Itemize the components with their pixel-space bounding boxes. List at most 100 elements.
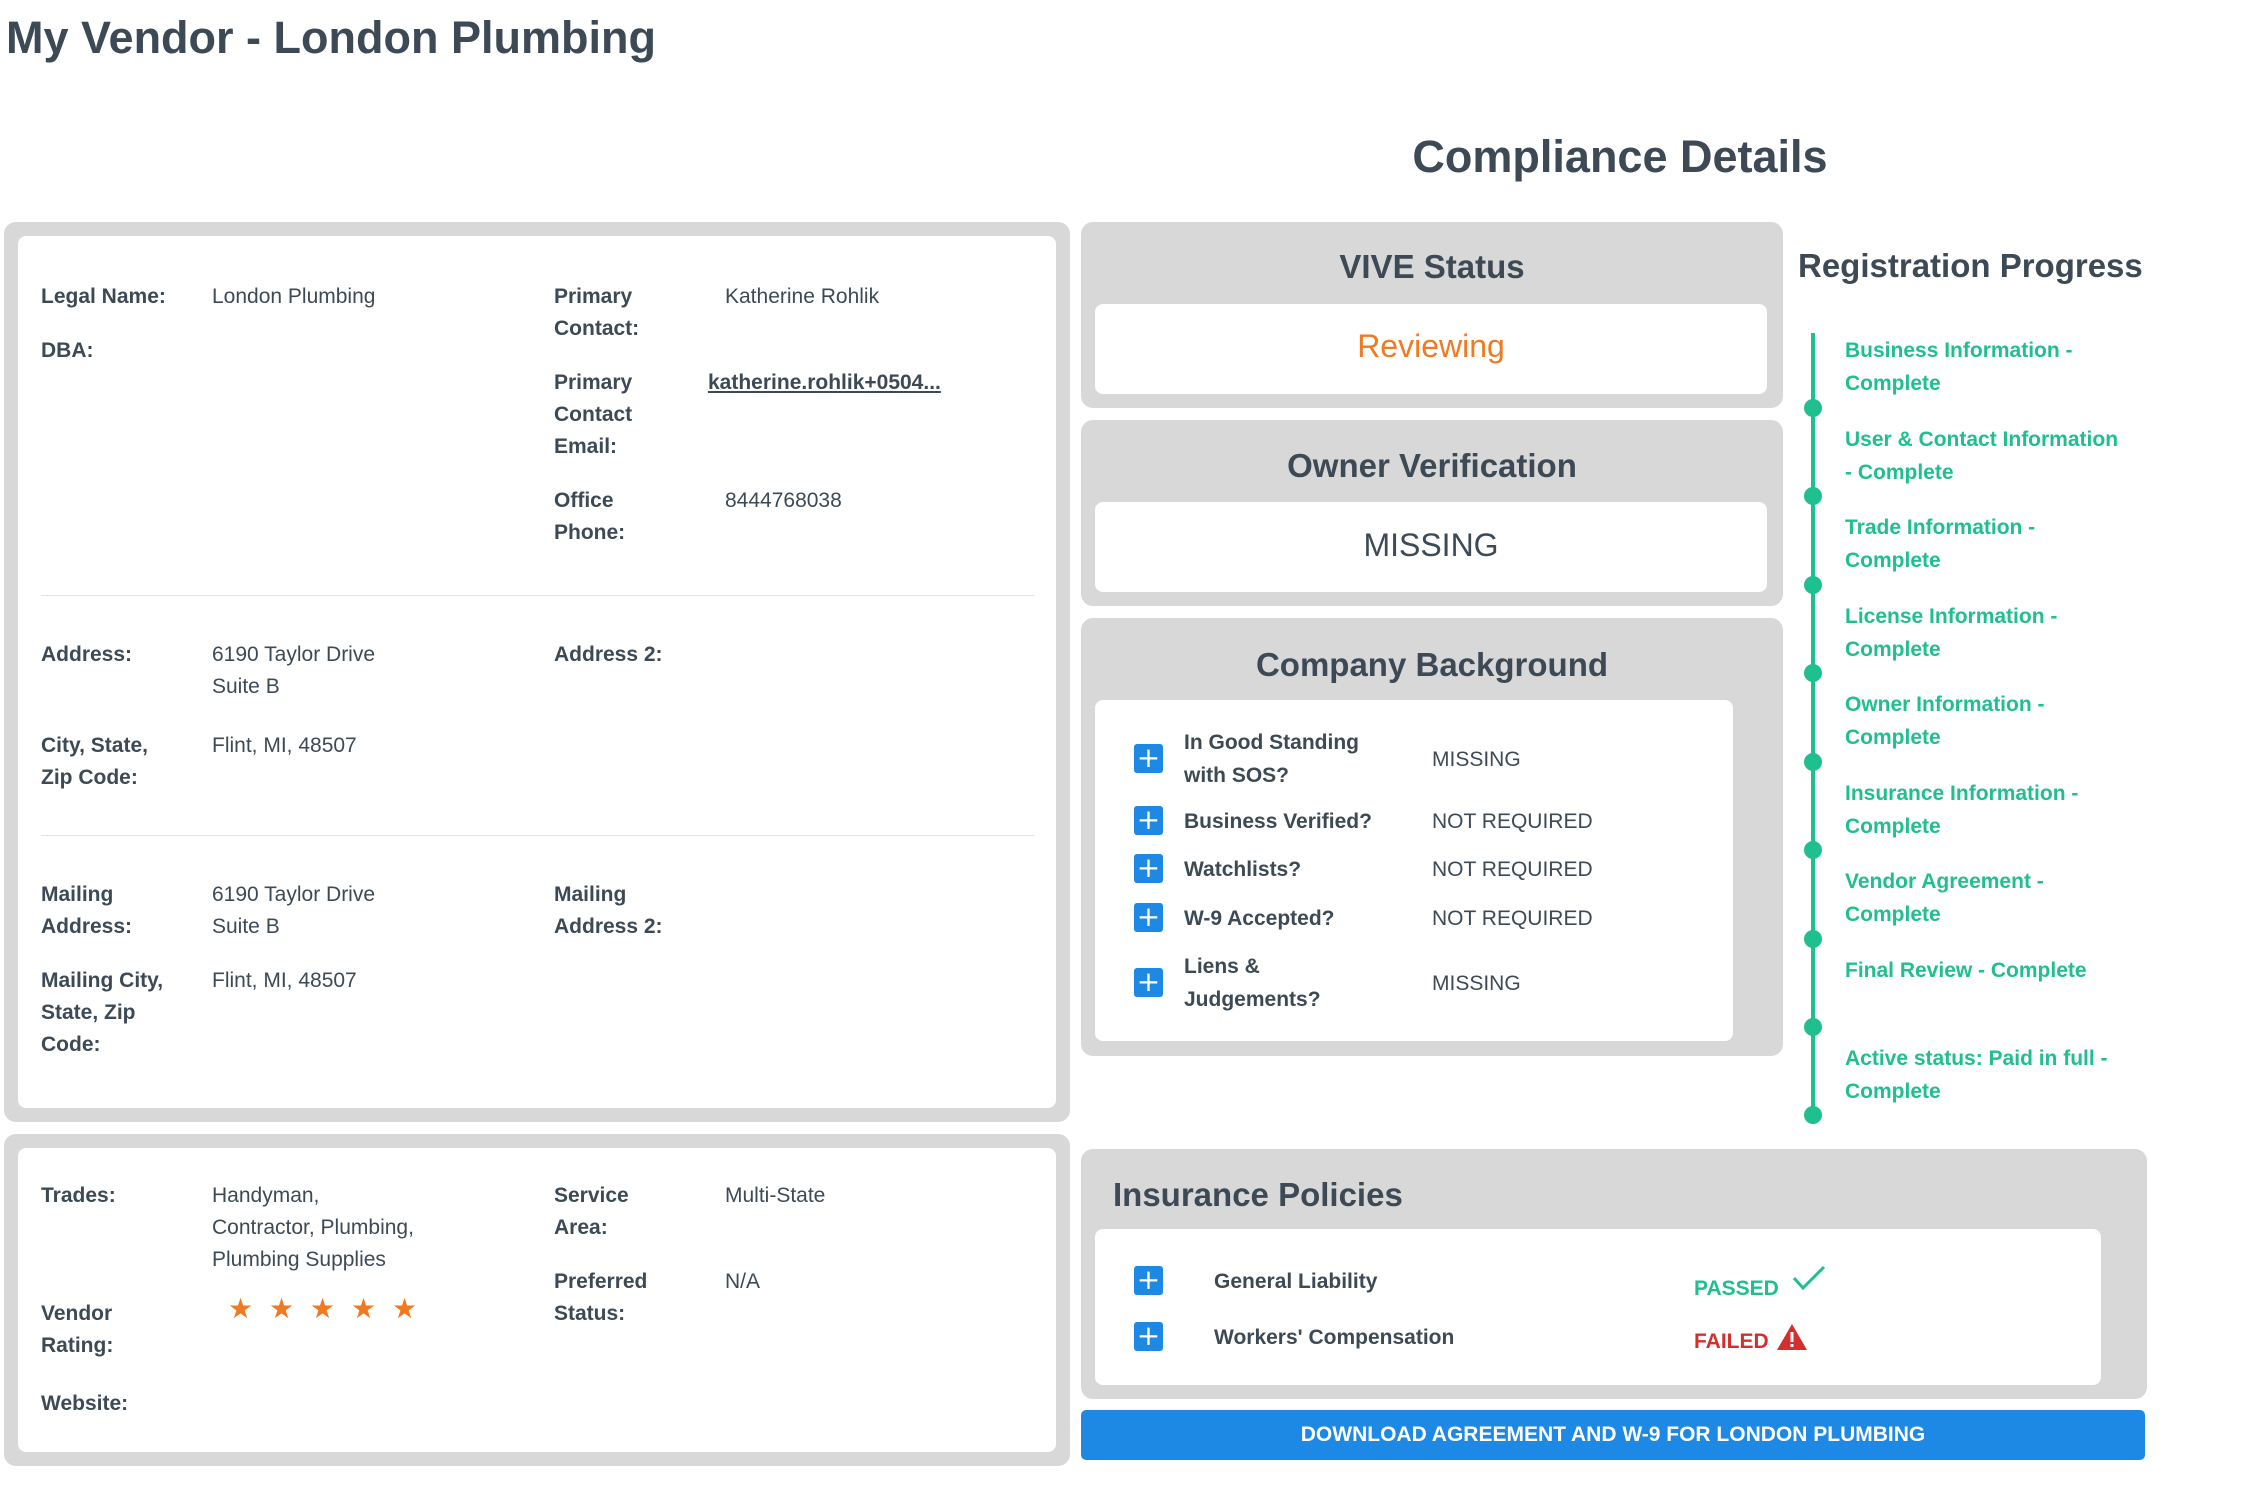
mailing-address2-label: Mailing Address 2: — [554, 879, 663, 943]
progress-step: Trade Information - Complete — [1845, 511, 2175, 577]
background-item-label: W-9 Accepted? — [1184, 907, 1335, 930]
background-item-value: NOT REQUIRED — [1432, 858, 1593, 881]
address-label: Address: — [41, 643, 133, 666]
step-line: User & Contact Information — [1845, 428, 2119, 451]
service-area-value: Multi-State — [725, 1184, 826, 1207]
address-value: 6190 Taylor Drive Suite B — [212, 639, 375, 703]
policy-name: Workers' Compensation — [1214, 1326, 1455, 1349]
step-line: Complete — [1845, 903, 1941, 926]
step-complete-dot — [1804, 1018, 1822, 1036]
check-icon — [1792, 1265, 1826, 1291]
mailing-address-label: Mailing Address: — [41, 879, 132, 943]
divider — [41, 595, 1034, 596]
dba-label: DBA: — [41, 339, 94, 362]
label-line: Mailing — [41, 883, 114, 906]
vive-status-value: Reviewing — [1357, 328, 1505, 364]
step-line: Owner Information - — [1845, 693, 2045, 716]
label-line: Contact: — [554, 317, 640, 340]
label-line: Vendor — [41, 1302, 113, 1325]
address-line: 6190 Taylor Drive — [212, 883, 376, 906]
progress-step: Active status: Paid in full - Complete — [1845, 1042, 2175, 1108]
star-icon: ★ — [392, 1292, 418, 1325]
expand-button[interactable]: + — [1134, 744, 1163, 773]
label-line: Address 2: — [554, 915, 663, 938]
address-line: Suite B — [212, 675, 280, 698]
progress-timeline — [1811, 333, 1815, 1117]
background-item-value: NOT REQUIRED — [1432, 907, 1593, 930]
step-line: Complete — [1845, 815, 1941, 838]
mailing-address-value: 6190 Taylor Drive Suite B — [212, 879, 375, 943]
progress-step: User & Contact Information - Complete — [1845, 423, 2175, 489]
step-complete-dot — [1804, 399, 1822, 417]
label-line: Preferred — [554, 1270, 648, 1293]
primary-contact-value: Katherine Rohlik — [725, 285, 880, 308]
website-label: Website: — [41, 1392, 129, 1415]
label-line: Phone: — [554, 521, 626, 544]
label-line: Zip Code: — [41, 766, 138, 789]
address-line: 6190 Taylor Drive — [212, 643, 376, 666]
step-line: Complete — [1845, 372, 1941, 395]
service-area-label: Service Area: — [554, 1180, 629, 1244]
address-line: Suite B — [212, 915, 280, 938]
background-item-value: MISSING — [1432, 972, 1521, 995]
label-line: Mailing — [554, 883, 627, 906]
expand-button[interactable]: + — [1134, 1266, 1163, 1295]
vive-status-title: VIVE Status — [1339, 248, 1525, 285]
label-line: Liens & — [1184, 955, 1260, 978]
expand-button[interactable]: + — [1134, 968, 1163, 997]
step-line: Vendor Agreement - — [1845, 870, 2044, 893]
page-title: My Vendor - London Plumbing — [6, 12, 656, 63]
expand-button[interactable]: + — [1134, 806, 1163, 835]
trade-line: Contractor, Plumbing, — [212, 1216, 414, 1239]
star-icon: ★ — [228, 1292, 254, 1325]
preferred-status-label: Preferred Status: — [554, 1266, 647, 1330]
step-line: Active status: Paid in full - — [1845, 1047, 2108, 1070]
primary-contact-label: Primary Contact: — [554, 281, 639, 345]
label-line: Code: — [41, 1033, 101, 1056]
label-line: Address: — [41, 915, 133, 938]
primary-email-link[interactable]: katherine.rohlik+0504... — [708, 367, 941, 399]
background-item-label: Liens & Judgements? — [1184, 950, 1321, 1016]
background-item-value: MISSING — [1432, 748, 1521, 771]
step-line: Insurance Information - — [1845, 782, 2079, 805]
progress-step: Business Information - Complete — [1845, 334, 2175, 400]
trades-label: Trades: — [41, 1184, 116, 1207]
label-line: Rating: — [41, 1334, 114, 1357]
progress-step: Final Review - Complete — [1845, 954, 2175, 987]
label-line: City, State, — [41, 734, 148, 757]
step-complete-dot — [1804, 930, 1822, 948]
step-line: Complete — [1845, 638, 1941, 661]
background-item-label: In Good Standing with SOS? — [1184, 726, 1359, 792]
label-line: with SOS? — [1184, 764, 1289, 787]
owner-verification-title: Owner Verification — [1287, 447, 1577, 484]
step-line: Complete — [1845, 1080, 1941, 1103]
legal-name-value: London Plumbing — [212, 285, 376, 308]
expand-button[interactable]: + — [1134, 903, 1163, 932]
preferred-status-value: N/A — [725, 1270, 761, 1293]
step-complete-dot — [1804, 576, 1822, 594]
policy-name: General Liability — [1214, 1270, 1378, 1293]
legal-name-label: Legal Name: — [41, 285, 166, 308]
background-item-value: NOT REQUIRED — [1432, 810, 1593, 833]
step-line: Complete — [1845, 726, 1941, 749]
expand-button[interactable]: + — [1134, 1322, 1163, 1351]
divider — [41, 835, 1034, 836]
label-line: In Good Standing — [1184, 731, 1359, 754]
step-complete-dot — [1804, 753, 1822, 771]
label-line: Email: — [554, 435, 618, 458]
star-icon: ★ — [310, 1292, 336, 1325]
step-complete-dot — [1804, 487, 1822, 505]
label-line: Service — [554, 1184, 629, 1207]
progress-step: Owner Information - Complete — [1845, 688, 2175, 754]
progress-step: License Information - Complete — [1845, 600, 2175, 666]
owner-verification-value: MISSING — [1363, 527, 1499, 563]
expand-button[interactable]: + — [1134, 854, 1163, 883]
step-line: Trade Information - — [1845, 516, 2036, 539]
policy-status: FAILED — [1694, 1330, 1769, 1353]
policy-status: PASSED — [1694, 1277, 1779, 1300]
trade-line: Plumbing Supplies — [212, 1248, 386, 1271]
city-state-zip-value: Flint, MI, 48507 — [212, 734, 357, 757]
download-agreement-button[interactable]: DOWNLOAD AGREEMENT AND W-9 FOR LONDON PL… — [1081, 1410, 2145, 1460]
step-line: Business Information - — [1845, 339, 2073, 362]
insurance-policies-title: Insurance Policies — [1113, 1176, 1403, 1213]
